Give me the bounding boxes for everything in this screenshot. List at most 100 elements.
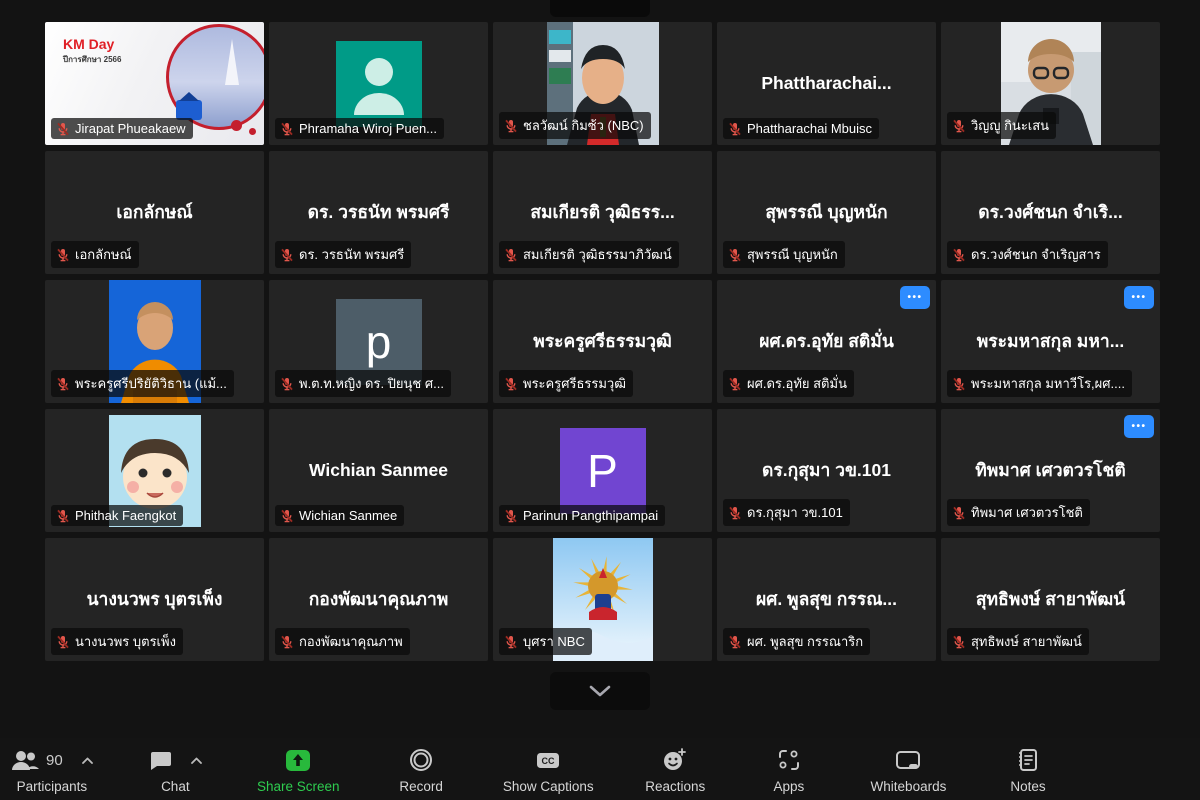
participant-name-label: นางนวพร บุตรเพ็ง [75, 631, 176, 652]
participant-name-tag: สุพรรณี บุญหนัก [723, 241, 845, 268]
participant-tile[interactable]: P Parinun Pangthipampai [493, 409, 712, 532]
more-options-button[interactable]: ••• [900, 286, 930, 309]
toolbar-record-button[interactable]: Record [389, 746, 453, 794]
participant-name-label: Phattharachai Mbuisc [747, 121, 872, 136]
participant-tile[interactable]: สุทธิพงษ์ สายาพัฒน์ สุทธิพงษ์ สายาพัฒน์ [941, 538, 1160, 661]
muted-mic-icon [504, 635, 518, 649]
slide-title: KM Day [63, 36, 114, 52]
toolbar-whiteboards-button[interactable]: Whiteboards [871, 746, 947, 794]
toolbar-show-captions-label: Show Captions [503, 779, 594, 794]
toolbar-show-captions-button[interactable]: CC Show Captions [503, 746, 594, 794]
gallery-prev-button[interactable] [550, 0, 650, 17]
participants-count: 90 [46, 752, 63, 769]
muted-mic-icon [728, 635, 742, 649]
participant-tile[interactable]: ผศ.ดร.อุทัย สติมั่น••• ผศ.ดร.อุทัย สติมั… [717, 280, 936, 403]
muted-mic-icon [56, 377, 70, 391]
toolbar-apps-button[interactable]: Apps [757, 746, 821, 794]
participant-name-label: บุศรา NBC [523, 631, 585, 652]
participant-tile[interactable]: ดร.วงศ์ชนก จำเริ... ดร.วงศ์ชนก จำเริญสาร [941, 151, 1160, 274]
participant-name-tag: ทิพมาศ เศวตวรโชติ [947, 499, 1090, 526]
more-options-button[interactable]: ••• [1124, 415, 1154, 438]
muted-mic-icon [504, 509, 518, 523]
participant-tile[interactable]: ทิพมาศ เศวตวรโชติ••• ทิพมาศ เศวตวรโชติ [941, 409, 1160, 532]
participant-name-label: Phramaha Wiroj Puen... [299, 121, 437, 136]
participant-tile[interactable]: Phattharachai... Phattharachai Mbuisc [717, 22, 936, 145]
participant-name-tag: ชลวัฒน์ กิมซ้ว (NBC) [499, 112, 651, 139]
toolbar-notes-label: Notes [1010, 779, 1045, 794]
toolbar-reactions-button[interactable]: Reactions [643, 746, 707, 794]
participant-name-label: ชลวัฒน์ กิมซ้ว (NBC) [523, 115, 644, 136]
participant-name-tag: วิญญู กินะเสน [947, 112, 1056, 139]
muted-mic-icon [952, 506, 966, 520]
participant-name-label: ดร.กุสุมา วข.101 [747, 502, 843, 523]
participant-name-tag: Parinun Pangthipampai [499, 505, 665, 526]
participant-name-label: พ.ต.ท.หญิง ดร. ปิยนุช ศ... [299, 373, 444, 394]
participant-tile[interactable]: สมเกียรติ วุฒิธรร... สมเกียรติ วุฒิธรรมา… [493, 151, 712, 274]
chat-icon [148, 748, 172, 772]
participant-name-tag: สมเกียรติ วุฒิธรรมาภิวัฒน์ [499, 241, 679, 268]
participant-name-tag: Phramaha Wiroj Puen... [275, 118, 444, 139]
participant-name-label: ดร. วรธนัท พรมศรี [299, 244, 404, 265]
toolbar-participants-button[interactable]: 90 Participants [10, 746, 94, 794]
letter-avatar: P [560, 428, 646, 514]
toolbar-chat-label: Chat [161, 779, 190, 794]
participant-name-label: Parinun Pangthipampai [523, 508, 658, 523]
toolbar-record-label: Record [399, 779, 443, 794]
muted-mic-icon [952, 119, 966, 133]
reactions-icon [662, 747, 688, 773]
participant-tile[interactable]: วิญญู กินะเสน [941, 22, 1160, 145]
participant-tile[interactable]: KM Day ปีการศึกษา 2566 Jirapat Phueakaew [45, 22, 264, 145]
muted-mic-icon [56, 635, 70, 649]
toolbar-chat-button[interactable]: Chat [143, 746, 207, 794]
participant-name-label: Jirapat Phueakaew [75, 121, 186, 136]
participant-tile[interactable]: p พ.ต.ท.หญิง ดร. ปิยนุช ศ... [269, 280, 488, 403]
toolbar-notes-button[interactable]: Notes [996, 746, 1060, 794]
participant-tile[interactable]: พระครูศรีธรรมวุฒิ พระครูศรีธรรมวุฒิ [493, 280, 712, 403]
participant-tile[interactable]: Phithak Faengkot [45, 409, 264, 532]
participant-name-label: Phithak Faengkot [75, 508, 176, 523]
participant-tile[interactable]: ดร. วรธนัท พรมศรี ดร. วรธนัท พรมศรี [269, 151, 488, 274]
more-options-button[interactable]: ••• [1124, 286, 1154, 309]
participant-tile[interactable]: บุศรา NBC [493, 538, 712, 661]
participant-name-label: วิญญู กินะเสน [971, 115, 1049, 136]
muted-mic-icon [504, 248, 518, 262]
participant-name-label: พระครูศรีธรรมวุฒิ [523, 373, 626, 394]
muted-mic-icon [280, 509, 294, 523]
participant-name-label: สุทธิพงษ์ สายาพัฒน์ [971, 631, 1082, 652]
participant-tile[interactable]: เอกลักษณ์ เอกลักษณ์ [45, 151, 264, 274]
participant-tile[interactable]: Wichian Sanmee Wichian Sanmee [269, 409, 488, 532]
participant-tile[interactable]: ผศ. พูลสุข กรรณ... ผศ. พูลสุข กรรณาริก [717, 538, 936, 661]
participant-tile[interactable]: กองพัฒนาคุณภาพ กองพัฒนาคุณภาพ [269, 538, 488, 661]
participant-name-label: ดร.วงศ์ชนก จำเริญสาร [971, 244, 1101, 265]
participant-name-label: เอกลักษณ์ [75, 244, 132, 265]
participant-tile[interactable]: พระครูศรีปริยัติวิธาน (แม้... [45, 280, 264, 403]
participant-name-label: ทิพมาศ เศวตวรโชติ [971, 502, 1083, 523]
participant-name-label: พระมหาสกุล มหาวีโร,ผศ.... [971, 373, 1125, 394]
toolbar-whiteboards-label: Whiteboards [871, 779, 947, 794]
muted-mic-icon [728, 377, 742, 391]
participant-name-tag: ผศ.ดร.อุทัย สติมั่น [723, 370, 854, 397]
muted-mic-icon [952, 635, 966, 649]
participant-tile[interactable]: สุพรรณี บุญหนัก สุพรรณี บุญหนัก [717, 151, 936, 274]
gallery-next-button[interactable] [550, 672, 650, 710]
participant-tile[interactable]: พระมหาสกุล มหา...••• พระมหาสกุล มหาวีโร,… [941, 280, 1160, 403]
participant-name-tag: บุศรา NBC [499, 628, 592, 655]
muted-mic-icon [504, 119, 518, 133]
slide-subtitle: ปีการศึกษา 2566 [63, 53, 121, 66]
participant-tile[interactable]: ดร.กุสุมา วข.101 ดร.กุสุมา วข.101 [717, 409, 936, 532]
participant-name-label: Wichian Sanmee [299, 508, 397, 523]
participant-tile[interactable]: ชลวัฒน์ กิมซ้ว (NBC) [493, 22, 712, 145]
toolbar-share-screen-button[interactable]: Share Screen [257, 746, 340, 794]
participant-name-tag: นางนวพร บุตรเพ็ง [51, 628, 183, 655]
toolbar-chat-caret[interactable] [190, 756, 203, 765]
participants-grid: KM Day ปีการศึกษา 2566 Jirapat Phueakaew… [45, 22, 1160, 661]
participant-name-tag: พระครูศรีธรรมวุฒิ [499, 370, 633, 397]
participant-name-tag: Phattharachai Mbuisc [723, 118, 879, 139]
muted-mic-icon [952, 248, 966, 262]
muted-mic-icon [728, 248, 742, 262]
muted-mic-icon [504, 377, 518, 391]
toolbar-participants-caret[interactable] [81, 756, 94, 765]
participant-tile[interactable]: นางนวพร บุตรเพ็ง นางนวพร บุตรเพ็ง [45, 538, 264, 661]
participant-name-tag: ผศ. พูลสุข กรรณาริก [723, 628, 870, 655]
participant-tile[interactable]: Phramaha Wiroj Puen... [269, 22, 488, 145]
